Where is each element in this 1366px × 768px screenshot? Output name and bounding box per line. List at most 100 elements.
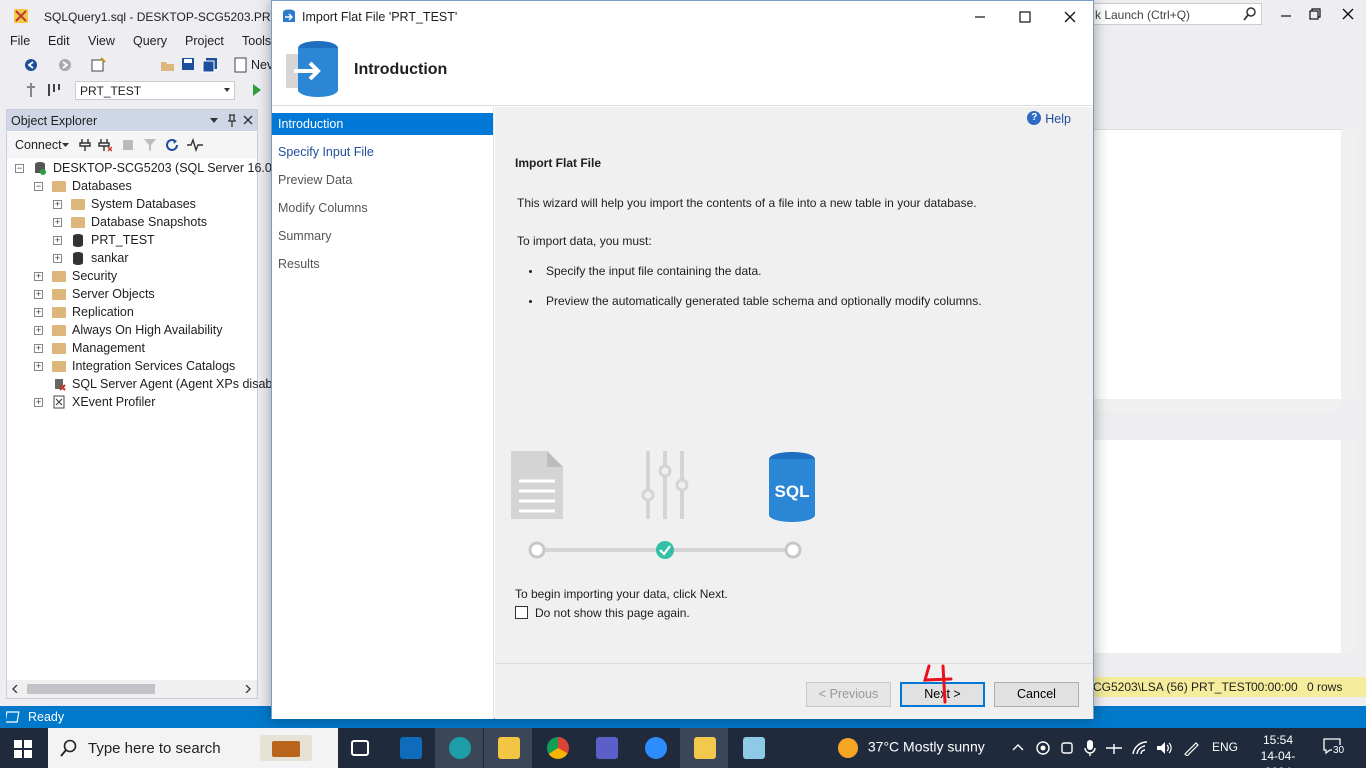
scroll-right-icon[interactable]: [245, 685, 251, 693]
content-requirements-intro: To import data, you must:: [517, 234, 652, 248]
close-icon[interactable]: [1336, 4, 1360, 24]
horizontal-scrollbar[interactable]: [7, 680, 257, 698]
close-icon[interactable]: [1062, 9, 1078, 25]
expand-icon[interactable]: +: [34, 398, 43, 407]
status-elapsed-time: 00:00:00: [1251, 680, 1298, 694]
taskbar-weather[interactable]: 37°C Mostly sunny: [838, 738, 985, 758]
open-file-icon[interactable]: [160, 57, 176, 73]
menu-query[interactable]: Query: [133, 34, 167, 48]
expand-icon[interactable]: +: [34, 362, 43, 371]
stop-icon[interactable]: [123, 140, 133, 150]
taskbar-clock[interactable]: 15:54 14-04-2024: [1252, 732, 1304, 768]
outlook-icon[interactable]: [386, 728, 434, 768]
expand-icon[interactable]: +: [34, 290, 43, 299]
windows-start-icon[interactable]: [14, 740, 32, 758]
microphone-icon[interactable]: [1084, 739, 1096, 757]
new-project-icon[interactable]: [90, 57, 106, 73]
nav-step-introduction[interactable]: Introduction: [272, 113, 493, 135]
close-icon[interactable]: [243, 115, 253, 125]
nav-step-specify-input-file[interactable]: Specify Input File: [272, 141, 493, 163]
folder-icon: [52, 361, 66, 372]
expand-icon[interactable]: +: [34, 344, 43, 353]
pin-icon[interactable]: [227, 114, 237, 127]
menu-edit[interactable]: Edit: [48, 34, 70, 48]
network-icon[interactable]: [1105, 740, 1123, 756]
notification-center-icon[interactable]: 30: [1322, 737, 1352, 759]
refresh-icon[interactable]: [165, 138, 179, 152]
folder-icon: [52, 307, 66, 318]
dropdown-icon[interactable]: [210, 118, 218, 123]
file-explorer-icon[interactable]: [484, 728, 532, 768]
taskbar-search-box[interactable]: Type here to search: [48, 728, 338, 768]
cancel-button[interactable]: Cancel: [994, 682, 1079, 707]
folder-icon: [71, 217, 85, 228]
zoom-icon[interactable]: [631, 728, 679, 768]
location-icon[interactable]: [1035, 740, 1051, 756]
camera-icon[interactable]: [1060, 740, 1074, 756]
expand-icon[interactable]: +: [53, 218, 62, 227]
do-not-show-label[interactable]: Do not show this page again.: [535, 606, 690, 620]
menu-project[interactable]: Project: [185, 34, 224, 48]
notepad-icon[interactable]: [729, 728, 777, 768]
collapse-icon[interactable]: −: [34, 182, 43, 191]
minimize-icon[interactable]: [972, 9, 988, 25]
do-not-show-checkbox[interactable]: [515, 606, 528, 619]
help-link[interactable]: ? Help: [1027, 111, 1071, 126]
task-view-icon[interactable]: [336, 728, 384, 768]
chrome-icon[interactable]: [533, 728, 581, 768]
content-heading: Import Flat File: [515, 156, 602, 170]
save-icon[interactable]: [181, 57, 195, 71]
forward-icon[interactable]: [58, 58, 72, 72]
chevron-up-icon[interactable]: [1012, 743, 1024, 751]
menu-file[interactable]: File: [10, 34, 30, 48]
back-icon[interactable]: [24, 58, 38, 72]
teams-icon[interactable]: [582, 728, 630, 768]
connect-icon[interactable]: [24, 82, 38, 98]
expand-icon[interactable]: +: [53, 200, 62, 209]
scroll-left-icon[interactable]: [12, 685, 18, 693]
wizard-step-nav: Introduction Specify Input File Preview …: [272, 107, 494, 719]
expand-icon[interactable]: +: [53, 236, 62, 245]
new-query-icon[interactable]: [234, 57, 248, 73]
results-vertical-scrollbar[interactable]: [1341, 440, 1358, 653]
change-connection-icon[interactable]: [46, 82, 62, 98]
scrollbar-thumb[interactable]: [27, 684, 155, 694]
ssms-icon[interactable]: [680, 728, 728, 768]
input-language[interactable]: ENG: [1212, 740, 1238, 754]
restore-icon[interactable]: [1303, 4, 1327, 24]
query-editor[interactable]: [1093, 129, 1341, 399]
document-icon: [511, 451, 563, 519]
database-selector[interactable]: PRT_TEST: [75, 81, 235, 100]
expand-icon[interactable]: +: [34, 272, 43, 281]
expand-icon[interactable]: +: [34, 308, 43, 317]
maximize-icon[interactable]: [1017, 9, 1033, 25]
quick-launch-input[interactable]: k Launch (Ctrl+Q): [1090, 3, 1262, 25]
volume-icon[interactable]: [1155, 740, 1173, 756]
previous-button[interactable]: < Previous: [806, 682, 891, 707]
editor-tab-strip: [1093, 102, 1366, 129]
wifi-icon[interactable]: [1131, 740, 1149, 756]
pen-icon[interactable]: [1182, 740, 1200, 756]
editor-horizontal-scrollbar[interactable]: [1093, 399, 1341, 413]
connect-button[interactable]: Connect: [15, 138, 62, 152]
disconnect-icon[interactable]: [98, 138, 112, 152]
menu-tools[interactable]: Tools: [242, 34, 271, 48]
editor-vertical-scrollbar[interactable]: [1341, 129, 1358, 399]
status-icon: [6, 711, 20, 723]
expand-icon[interactable]: +: [34, 326, 43, 335]
filter-icon[interactable]: [144, 138, 156, 152]
menu-view[interactable]: View: [88, 34, 115, 48]
collapse-icon[interactable]: −: [15, 164, 24, 173]
expand-icon[interactable]: +: [53, 254, 62, 263]
execute-icon[interactable]: [252, 83, 262, 97]
chevron-down-icon[interactable]: [62, 143, 69, 147]
activity-monitor-icon[interactable]: [187, 138, 203, 152]
bullet-icon: [529, 300, 532, 303]
minimize-icon[interactable]: [1274, 4, 1298, 24]
connect-plug-icon[interactable]: [79, 138, 91, 152]
results-pane: [1093, 440, 1341, 653]
save-all-icon[interactable]: [202, 57, 218, 73]
edge-icon[interactable]: [435, 728, 483, 768]
briefcase-icon[interactable]: [260, 735, 312, 761]
new-query-label[interactable]: Nev: [251, 58, 273, 72]
